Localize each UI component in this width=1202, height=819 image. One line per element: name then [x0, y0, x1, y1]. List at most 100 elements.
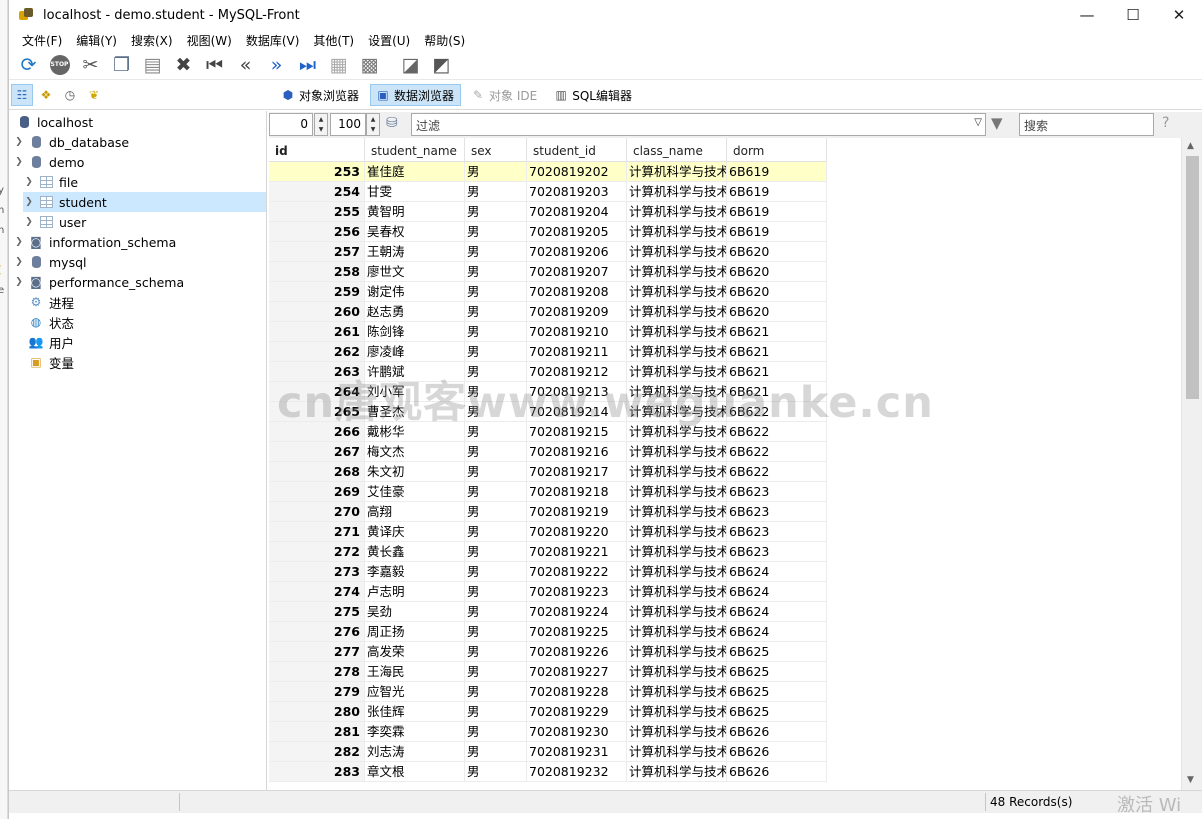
- cell-student-name[interactable]: 廖凌峰: [365, 342, 465, 362]
- cell-sex[interactable]: 男: [465, 642, 527, 662]
- table-row[interactable]: 267 梅文杰男 7020819216 计算机科学与技术 6B622: [269, 442, 827, 462]
- next-records-icon[interactable]: »: [261, 51, 292, 79]
- cell-sex[interactable]: 男: [465, 182, 527, 202]
- cell-student-id[interactable]: 7020819215: [527, 422, 627, 442]
- table-row[interactable]: 257 王朝涛男 7020819206 计算机科学与技术 6B620: [269, 242, 827, 262]
- table-row[interactable]: 258 廖世文男 7020819207 计算机科学与技术 6B620: [269, 262, 827, 282]
- cell-dorm[interactable]: 6B622: [727, 422, 827, 442]
- cell-student-name[interactable]: 吴春权: [365, 222, 465, 242]
- offset-stepper[interactable]: ▲ ▼: [314, 113, 328, 136]
- cell-student-name[interactable]: 艾佳豪: [365, 482, 465, 502]
- cell-student-id[interactable]: 7020819216: [527, 442, 627, 462]
- cell-student-id[interactable]: 7020819214: [527, 402, 627, 422]
- cell-sex[interactable]: 男: [465, 502, 527, 522]
- cell-dorm[interactable]: 6B624: [727, 622, 827, 642]
- cell-student-name[interactable]: 刘小军: [365, 382, 465, 402]
- cell-student-id[interactable]: 7020819227: [527, 662, 627, 682]
- cell-student-id[interactable]: 7020819211: [527, 342, 627, 362]
- cell-student-name[interactable]: 赵志勇: [365, 302, 465, 322]
- cell-id[interactable]: 274: [269, 582, 365, 602]
- cell-id[interactable]: 269: [269, 482, 365, 502]
- cell-student-id[interactable]: 7020819228: [527, 682, 627, 702]
- cell-class-name[interactable]: 计算机科学与技术: [627, 742, 727, 762]
- cell-sex[interactable]: 男: [465, 302, 527, 322]
- cell-class-name[interactable]: 计算机科学与技术: [627, 302, 727, 322]
- tree-node-performance-schema[interactable]: ❯ ◙ performance_schema: [13, 272, 184, 292]
- paste-icon[interactable]: ▤: [137, 51, 168, 79]
- cell-dorm[interactable]: 6B624: [727, 602, 827, 622]
- tree-node-status[interactable]: ◍ 状态: [25, 312, 74, 332]
- cell-dorm[interactable]: 6B623: [727, 542, 827, 562]
- cell-sex[interactable]: 男: [465, 722, 527, 742]
- table-row[interactable]: 263 许鹏斌男 7020819212 计算机科学与技术 6B621: [269, 362, 827, 382]
- chevron-right-icon[interactable]: ❯: [13, 237, 25, 247]
- column-header-class-name[interactable]: class_name: [627, 138, 727, 162]
- first-record-icon[interactable]: ⏮: [199, 51, 230, 79]
- cell-class-name[interactable]: 计算机科学与技术: [627, 762, 727, 782]
- menu-other[interactable]: 其他(T): [306, 32, 361, 49]
- previous-records-icon[interactable]: «: [230, 51, 261, 79]
- cell-student-name[interactable]: 李嘉毅: [365, 562, 465, 582]
- cell-class-name[interactable]: 计算机科学与技术: [627, 482, 727, 502]
- cell-dorm[interactable]: 6B625: [727, 662, 827, 682]
- last-record-icon[interactable]: ⏭: [292, 51, 323, 79]
- cell-id[interactable]: 280: [269, 702, 365, 722]
- cell-sex[interactable]: 男: [465, 622, 527, 642]
- cell-student-name[interactable]: 戴彬华: [365, 422, 465, 442]
- scroll-thumb[interactable]: [1186, 156, 1199, 399]
- cell-student-id[interactable]: 7020819229: [527, 702, 627, 722]
- menu-help[interactable]: 帮助(S): [417, 32, 472, 49]
- cell-student-name[interactable]: 谢定伟: [365, 282, 465, 302]
- cell-student-name[interactable]: 高发荣: [365, 642, 465, 662]
- table-row[interactable]: 255 黄智明男 7020819204 计算机科学与技术 6B619: [269, 202, 827, 222]
- cell-dorm[interactable]: 6B619: [727, 202, 827, 222]
- cell-class-name[interactable]: 计算机科学与技术: [627, 382, 727, 402]
- tree-node-users[interactable]: 👥 用户: [25, 332, 75, 352]
- cell-sex[interactable]: 男: [465, 462, 527, 482]
- cell-sex[interactable]: 男: [465, 582, 527, 602]
- cell-student-name[interactable]: 陈剑锋: [365, 322, 465, 342]
- cell-student-id[interactable]: 7020819223: [527, 582, 627, 602]
- cell-student-id[interactable]: 7020819219: [527, 502, 627, 522]
- cell-dorm[interactable]: 6B623: [727, 522, 827, 542]
- cell-sex[interactable]: 男: [465, 242, 527, 262]
- cell-dorm[interactable]: 6B620: [727, 282, 827, 302]
- close-button[interactable]: ✕: [1156, 0, 1202, 30]
- tab-object-ide[interactable]: ✎ 对象 IDE: [465, 84, 544, 106]
- cell-id[interactable]: 279: [269, 682, 365, 702]
- column-header-id[interactable]: id: [269, 138, 365, 162]
- cell-student-id[interactable]: 7020819212: [527, 362, 627, 382]
- cell-sex[interactable]: 男: [465, 162, 527, 182]
- cell-id[interactable]: 275: [269, 602, 365, 622]
- table-row[interactable]: 272 黄长鑫男 7020819221 计算机科学与技术 6B623: [269, 542, 827, 562]
- cell-sex[interactable]: 男: [465, 562, 527, 582]
- cell-dorm[interactable]: 6B622: [727, 462, 827, 482]
- cell-student-name[interactable]: 张佳辉: [365, 702, 465, 722]
- chevron-right-icon[interactable]: ❯: [13, 257, 25, 267]
- cell-student-name[interactable]: 吴劲: [365, 602, 465, 622]
- cell-student-id[interactable]: 7020819221: [527, 542, 627, 562]
- table-row[interactable]: 270 高翔男 7020819219 计算机科学与技术 6B623: [269, 502, 827, 522]
- tree-node-information-schema[interactable]: ❯ ◙ information_schema: [13, 232, 176, 252]
- cell-class-name[interactable]: 计算机科学与技术: [627, 542, 727, 562]
- cell-class-name[interactable]: 计算机科学与技术: [627, 422, 727, 442]
- menu-search[interactable]: 搜索(X): [124, 32, 180, 49]
- table-row[interactable]: 278 王海民男 7020819227 计算机科学与技术 6B625: [269, 662, 827, 682]
- cell-sex[interactable]: 男: [465, 342, 527, 362]
- cell-class-name[interactable]: 计算机科学与技术: [627, 162, 727, 182]
- table-row[interactable]: 274 卢志明男 7020819223 计算机科学与技术 6B624: [269, 582, 827, 602]
- cell-class-name[interactable]: 计算机科学与技术: [627, 622, 727, 642]
- cell-sex[interactable]: 男: [465, 362, 527, 382]
- cell-student-id[interactable]: 7020819225: [527, 622, 627, 642]
- tree-node-user[interactable]: ❯ user: [23, 212, 86, 232]
- cell-dorm[interactable]: 6B625: [727, 702, 827, 722]
- cell-sex[interactable]: 男: [465, 542, 527, 562]
- cell-class-name[interactable]: 计算机科学与技术: [627, 182, 727, 202]
- cell-student-id[interactable]: 7020819217: [527, 462, 627, 482]
- cell-student-id[interactable]: 7020819226: [527, 642, 627, 662]
- cell-student-id[interactable]: 7020819231: [527, 742, 627, 762]
- cell-student-id[interactable]: 7020819209: [527, 302, 627, 322]
- cell-id[interactable]: 262: [269, 342, 365, 362]
- chevron-right-icon[interactable]: ❯: [23, 177, 35, 187]
- table-row[interactable]: 279 应智光男 7020819228 计算机科学与技术 6B625: [269, 682, 827, 702]
